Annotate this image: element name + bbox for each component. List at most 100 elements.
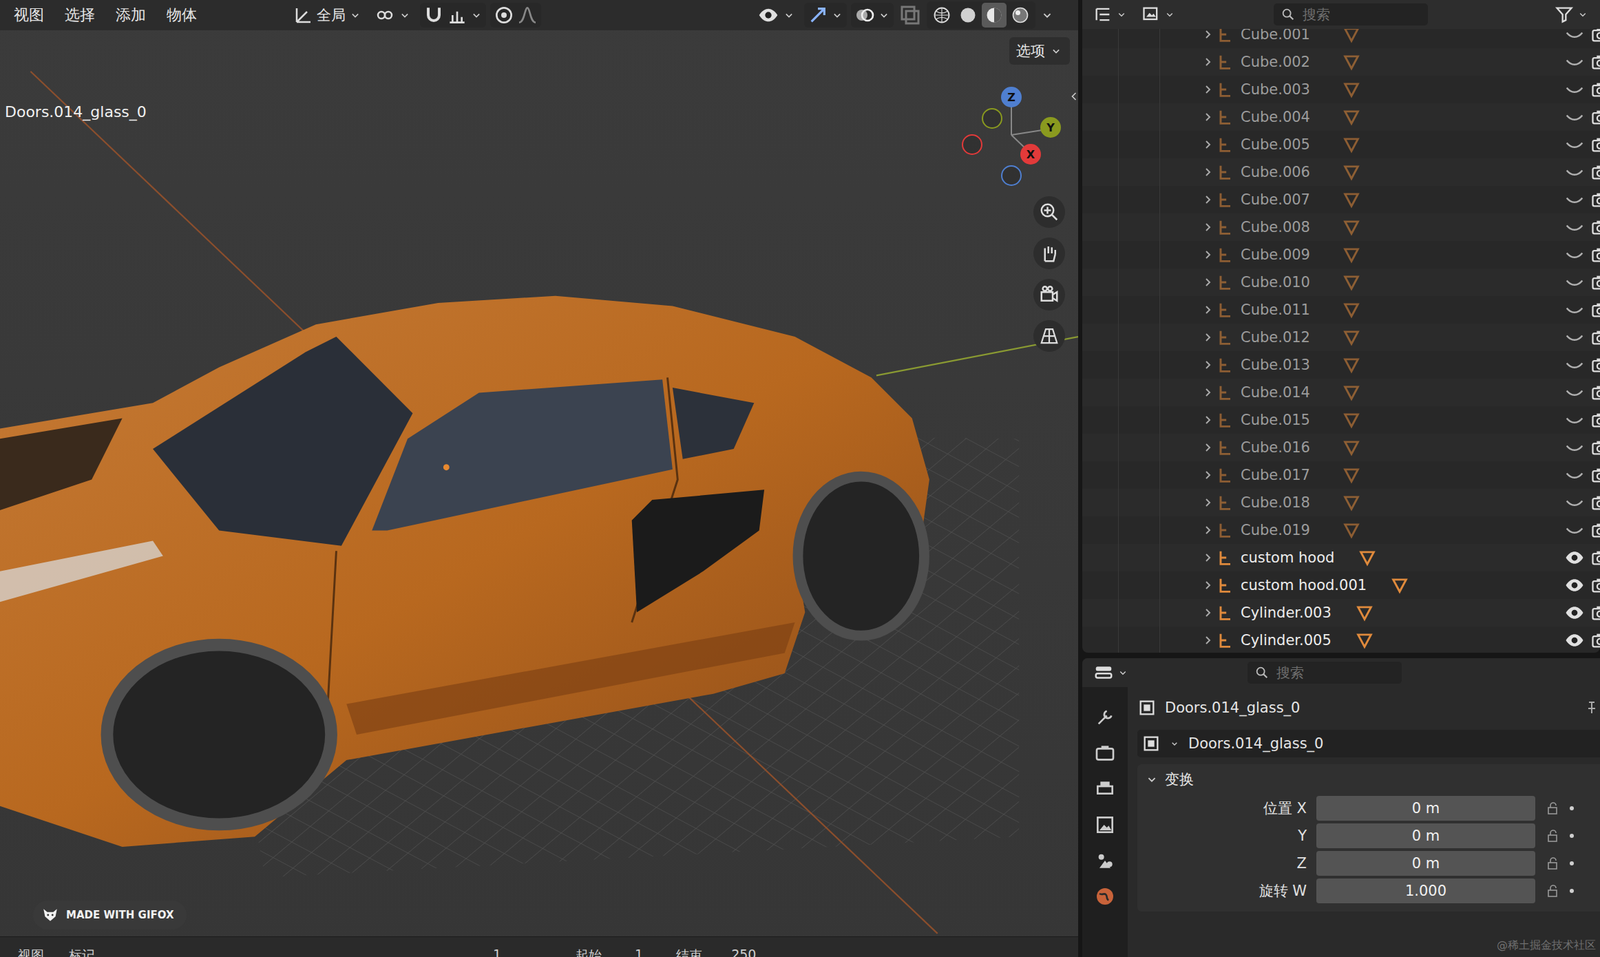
render-camera-icon[interactable]	[1590, 107, 1600, 127]
mesh-data-icon[interactable]	[1341, 217, 1362, 237]
render-camera-icon[interactable]	[1590, 548, 1600, 568]
outliner-row[interactable]: Cube.016	[1082, 433, 1600, 462]
object-name[interactable]: Cube.016	[1240, 439, 1311, 456]
shading-button[interactable]	[981, 2, 1007, 28]
view-layer-icon[interactable]	[1093, 813, 1117, 836]
mesh-data-icon[interactable]	[1341, 382, 1362, 403]
render-camera-icon[interactable]	[1590, 410, 1600, 430]
expand-chevron-icon[interactable]	[1144, 771, 1160, 787]
mesh-data-icon[interactable]	[1341, 134, 1362, 155]
timeline-item[interactable]: 标记	[68, 946, 96, 957]
world-icon[interactable]	[1093, 885, 1117, 908]
object-name[interactable]: Cube.017	[1240, 466, 1311, 484]
render-camera-icon[interactable]	[1590, 272, 1600, 292]
falloff-icon[interactable]	[516, 4, 539, 27]
field-value[interactable]: 1.000	[1405, 882, 1447, 900]
object-name[interactable]: custom hood.001	[1240, 576, 1367, 594]
render-camera-icon[interactable]	[1590, 134, 1600, 155]
eye-closed-icon[interactable]	[1564, 327, 1585, 348]
render-camera-icon[interactable]	[1590, 190, 1600, 210]
eye-closed-icon[interactable]	[1564, 189, 1585, 210]
mesh-data-icon[interactable]	[1341, 28, 1362, 45]
gizmo-icon[interactable]	[806, 4, 829, 27]
eye-closed-icon[interactable]	[1564, 51, 1585, 73]
outliner-row[interactable]: Cube.002	[1082, 48, 1600, 76]
keyframe-dot[interactable]	[1569, 861, 1574, 866]
mesh-data-icon[interactable]	[1341, 327, 1362, 347]
expand-arrow-icon[interactable]	[1199, 81, 1216, 98]
eye-closed-icon[interactable]	[1564, 519, 1585, 541]
render-camera-icon[interactable]	[1590, 630, 1600, 650]
snapping[interactable]	[419, 2, 487, 28]
eye-closed-icon[interactable]	[1564, 271, 1585, 293]
filter-menu[interactable]	[1550, 2, 1594, 27]
transform-orientation[interactable]: 全局	[289, 2, 367, 29]
expand-arrow-icon[interactable]	[1199, 549, 1216, 566]
expand-arrow-icon[interactable]	[1199, 108, 1216, 126]
axis-1-handle[interactable]: Y	[1040, 117, 1061, 138]
render-camera-icon[interactable]	[1590, 520, 1600, 540]
eye-icon[interactable]	[1564, 602, 1585, 624]
collapse-arrow-icon[interactable]	[1067, 88, 1079, 105]
eye-closed-icon[interactable]	[1564, 134, 1585, 155]
eye-closed-icon[interactable]	[1564, 437, 1585, 458]
render-camera-icon[interactable]	[1590, 52, 1600, 72]
expand-arrow-icon[interactable]	[1199, 521, 1216, 539]
negative-axis-handle[interactable]	[961, 134, 983, 155]
outliner-row[interactable]: Cube.015	[1082, 406, 1600, 434]
expand-arrow-icon[interactable]	[1199, 136, 1216, 153]
object-name[interactable]: Cube.007	[1240, 191, 1311, 208]
outliner-row[interactable]: Cube.009	[1082, 240, 1600, 269]
expand-arrow-icon[interactable]	[1199, 218, 1216, 236]
editor-type[interactable]	[1089, 659, 1134, 686]
lock-icon[interactable]	[1544, 827, 1562, 845]
render-camera-icon[interactable]	[1590, 162, 1600, 182]
render-camera-icon[interactable]	[1590, 355, 1600, 375]
eye-closed-icon[interactable]	[1564, 79, 1585, 100]
3d-viewport[interactable]: 视图选择添加物体全局 选项 Doors.014_glass_0 ZYX MADE…	[0, 0, 1079, 957]
outliner-row[interactable]: Cube.019	[1082, 516, 1600, 544]
object-name[interactable]: Cube.004	[1240, 108, 1311, 126]
proportional-icon[interactable]	[492, 4, 515, 27]
gizmo-toggle[interactable]	[804, 2, 847, 28]
pin-icon[interactable]	[1583, 699, 1600, 717]
navigation-button[interactable]	[1033, 278, 1066, 311]
outliner-row[interactable]: custom hood	[1082, 543, 1600, 572]
outliner-row[interactable]: Cube.012	[1082, 323, 1600, 352]
expand-arrow-icon[interactable]	[1199, 439, 1216, 456]
mesh-data-icon[interactable]	[1341, 245, 1362, 265]
eye-icon[interactable]	[1564, 547, 1585, 568]
mesh-data-icon[interactable]	[1390, 575, 1410, 595]
outliner-row[interactable]: Cylinder.005	[1082, 626, 1600, 653]
expand-arrow-icon[interactable]	[1199, 163, 1216, 181]
eye-closed-icon[interactable]	[1564, 28, 1585, 45]
timeline-item[interactable]: 结束	[676, 946, 703, 957]
render-camera-icon[interactable]	[1590, 79, 1600, 100]
number-field[interactable]: 0 m	[1316, 795, 1536, 821]
options-dropdown[interactable]: 选项	[1009, 37, 1070, 65]
keyframe-dot[interactable]	[1569, 888, 1574, 893]
expand-arrow-icon[interactable]	[1199, 576, 1216, 594]
mesh-data-icon[interactable]	[1341, 300, 1362, 320]
outliner-row[interactable]: Cube.018	[1082, 488, 1600, 517]
expand-arrow-icon[interactable]	[1199, 632, 1216, 649]
render-camera-icon[interactable]	[1590, 300, 1600, 320]
menu-item[interactable]: 视图	[5, 2, 53, 29]
outliner-row[interactable]: Cube.005	[1082, 130, 1600, 159]
mesh-data-icon[interactable]	[1354, 630, 1375, 650]
navigation-button[interactable]	[1033, 196, 1066, 228]
filter-view[interactable]	[1137, 2, 1181, 27]
outliner-row[interactable]: Cube.006	[1082, 158, 1600, 186]
number-field[interactable]: 1.000	[1316, 878, 1536, 904]
render-camera-icon[interactable]	[1590, 492, 1600, 513]
display-mode[interactable]	[1089, 2, 1132, 27]
datablock-name[interactable]: Doors.014_glass_0	[1188, 735, 1324, 752]
mesh-data-icon[interactable]	[1341, 79, 1362, 100]
outliner-row[interactable]: Cube.003	[1082, 75, 1600, 104]
eye-icon[interactable]	[1564, 574, 1585, 596]
axis-0-handle[interactable]: Z	[1001, 86, 1022, 108]
render-camera-icon[interactable]	[1590, 327, 1600, 347]
overlays-icon[interactable]	[853, 4, 876, 27]
timeline-item[interactable]: 视图	[17, 946, 45, 957]
lock-icon[interactable]	[1544, 800, 1562, 817]
